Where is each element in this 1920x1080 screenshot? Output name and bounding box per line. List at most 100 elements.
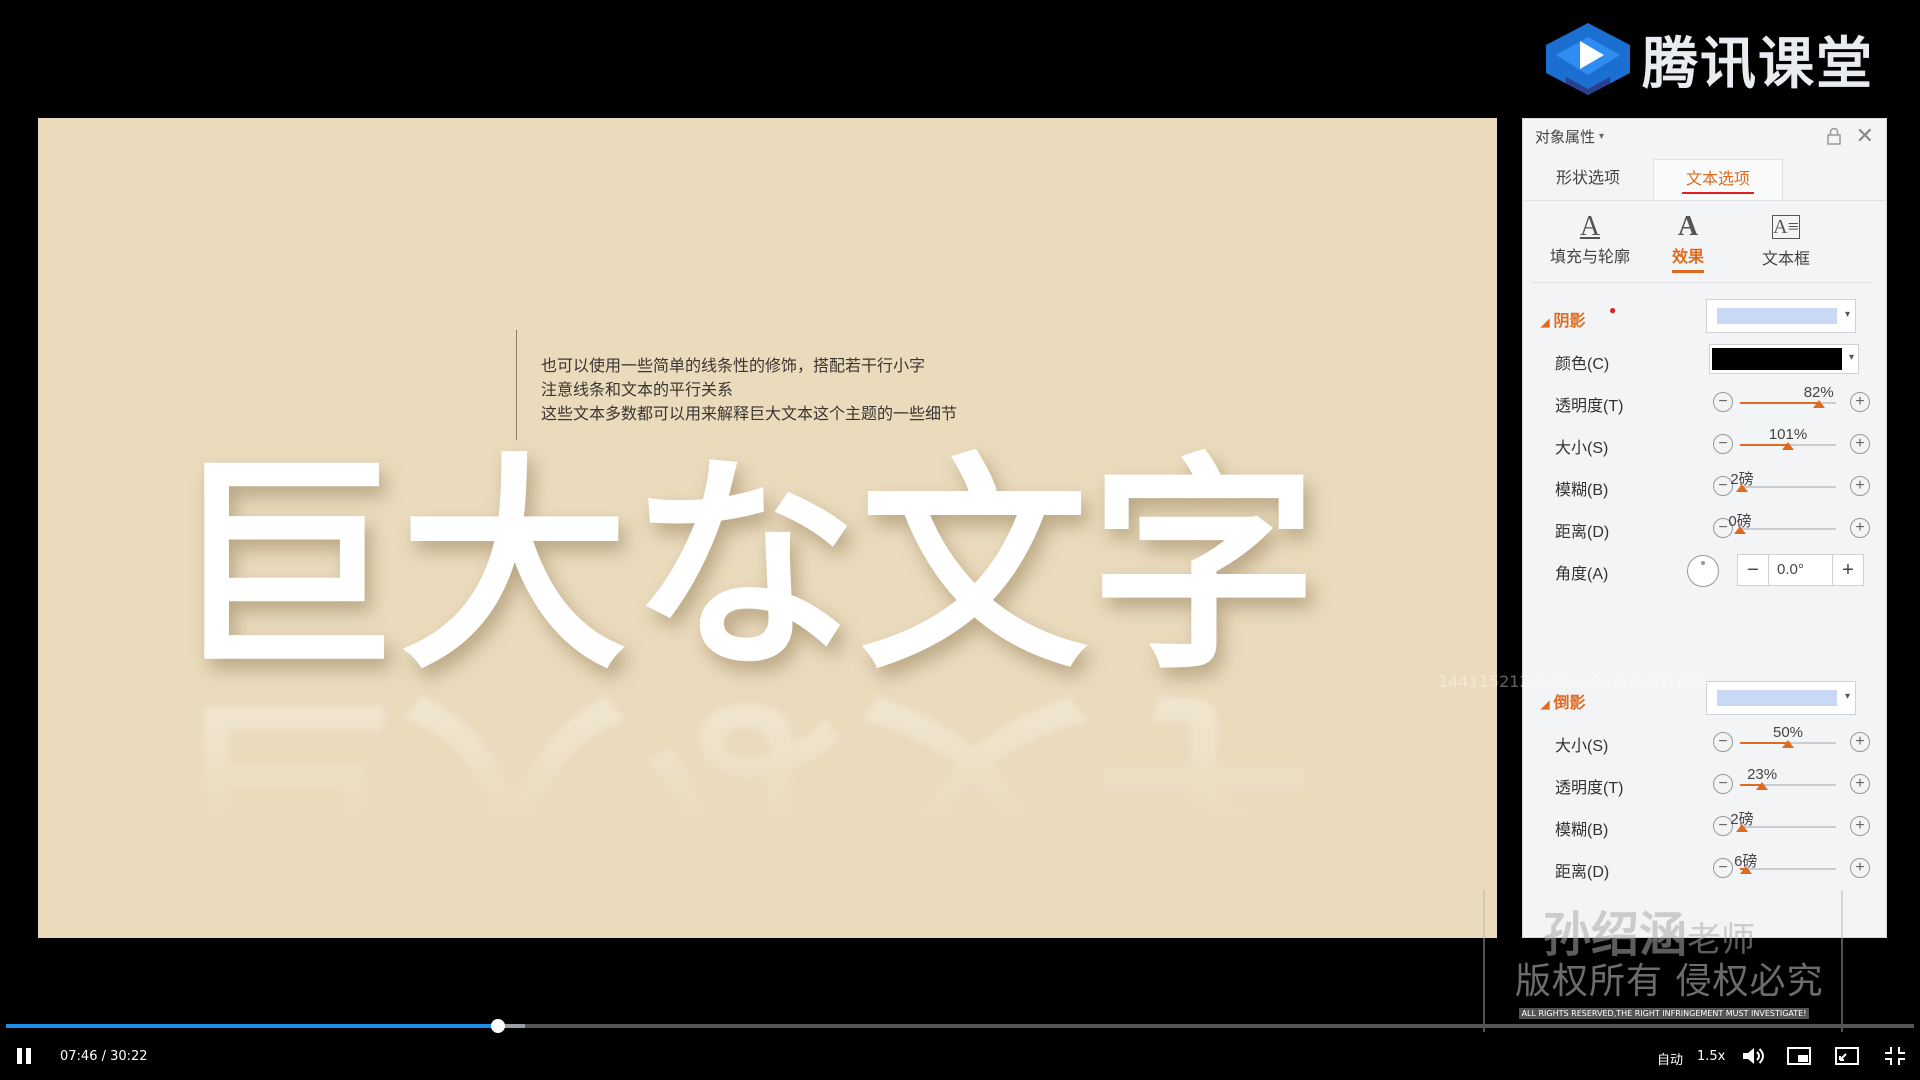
- viewer-watermark: 14411521209903009正在观看视频: [1438, 672, 1708, 691]
- angle-spinner[interactable]: − 0.0° +: [1737, 554, 1864, 586]
- picture-in-picture-icon[interactable]: [1786, 1044, 1812, 1068]
- pause-icon[interactable]: [16, 1048, 32, 1064]
- big-title-reflection: 巨大な文字: [170, 665, 1320, 932]
- reflection-row-value: 23%: [1747, 766, 1778, 783]
- player-controls: 07:46 / 30:22 自动 1.5x: [0, 1040, 1920, 1080]
- increment-button[interactable]: +: [1833, 555, 1863, 585]
- reflection-preset-swatch: [1717, 690, 1837, 706]
- slider-fill: [1740, 742, 1788, 744]
- decrement-button[interactable]: −: [1738, 555, 1768, 585]
- shadow-row: 透明度(T) − 82% +: [1523, 381, 1886, 421]
- text-effect-icon: A: [1677, 211, 1699, 242]
- modified-dot-icon: ●: [1609, 303, 1617, 317]
- slider-thumb[interactable]: [1756, 782, 1769, 790]
- slider-fill: [1740, 402, 1819, 404]
- angle-value[interactable]: 0.0°: [1768, 555, 1833, 585]
- decrement-icon[interactable]: −: [1713, 774, 1733, 794]
- increment-icon[interactable]: +: [1850, 392, 1870, 412]
- slide-caption: 也可以使用一些简单的线条性的修饰，搭配若干行小字 注意线条和文本的平行关系 这些…: [541, 354, 957, 426]
- decrement-icon[interactable]: −: [1713, 732, 1733, 752]
- shadow-row-value: 101%: [1768, 426, 1808, 443]
- chevron-down-icon: ▾: [1844, 691, 1850, 702]
- shadow-row-value: 82%: [1803, 384, 1834, 401]
- subtab-effects[interactable]: A 效果: [1639, 205, 1737, 282]
- decrement-icon[interactable]: −: [1713, 434, 1733, 454]
- shadow-row-label: 透明度(T): [1555, 398, 1624, 415]
- playback-rate-button[interactable]: 1.5x: [1697, 1049, 1725, 1064]
- close-icon[interactable]: ✕: [1856, 123, 1874, 149]
- caption-line: 也可以使用一些简单的线条性的修饰，搭配若干行小字: [541, 356, 926, 375]
- tab-shape-options[interactable]: 形状选项: [1523, 159, 1653, 200]
- shadow-color-swatch: [1712, 348, 1842, 370]
- shadow-color-row: 颜色(C) ▾: [1523, 339, 1886, 379]
- shadow-color-label: 颜色(C): [1555, 356, 1610, 373]
- chevron-down-icon[interactable]: ▾: [1599, 131, 1604, 142]
- panel-header: 对象属性 ▾ ✕: [1523, 119, 1886, 153]
- tab-text-options[interactable]: 文本选项: [1653, 159, 1783, 200]
- big-title-text: 巨大な文字: [170, 434, 1320, 700]
- shadow-preset-swatch: [1717, 308, 1837, 324]
- time-display: 07:46 / 30:22: [60, 1049, 148, 1064]
- shadow-section-title[interactable]: ◢ 阴影: [1541, 307, 1585, 331]
- slider-thumb[interactable]: [1782, 442, 1794, 450]
- increment-icon[interactable]: +: [1850, 858, 1870, 878]
- increment-icon[interactable]: +: [1850, 434, 1870, 454]
- shadow-section-header[interactable]: ◢ 阴影 ● ▾: [1523, 297, 1886, 337]
- shadow-row-label: 模糊(B): [1555, 482, 1609, 499]
- rights-reserved-text: ALL RIGHTS RESERVED,THE RIGHT INFRINGEME…: [1519, 1008, 1809, 1019]
- slide-canvas: 也可以使用一些简单的线条性的修饰，搭配若干行小字 注意线条和文本的平行关系 这些…: [38, 118, 1497, 938]
- reflection-row-label: 大小(S): [1555, 738, 1609, 755]
- panel-tabs: 形状选项 文本选项: [1523, 159, 1886, 201]
- slider-thumb[interactable]: [1812, 400, 1825, 408]
- decrement-icon[interactable]: −: [1713, 858, 1733, 878]
- reflection-row: 大小(S) − 50% +: [1523, 721, 1886, 761]
- increment-icon[interactable]: +: [1850, 518, 1870, 538]
- object-properties-panel: 对象属性 ▾ ✕ 形状选项 文本选项 A 填充与轮廓 A 效果 A≡ 文本框 ◢…: [1522, 118, 1887, 938]
- reflection-preset-select[interactable]: ▾: [1706, 681, 1856, 715]
- subtab-label: 填充与轮廓: [1549, 249, 1630, 266]
- shadow-row: 距离(D) −0磅 +: [1523, 507, 1886, 547]
- increment-icon[interactable]: +: [1850, 774, 1870, 794]
- shadow-row: 大小(S) − 101% +: [1523, 423, 1886, 463]
- shadow-row-value: 2磅: [1730, 471, 1754, 488]
- shadow-row-label: 大小(S): [1555, 440, 1609, 457]
- caption-line: 这些文本多数都可以用来解释巨大文本这个主题的一些细节: [541, 404, 958, 423]
- reflection-title-text: 倒影: [1553, 695, 1586, 712]
- shadow-angle-row: 角度(A) − 0.0° +: [1523, 549, 1886, 589]
- shadow-preset-select[interactable]: ▾: [1706, 299, 1856, 333]
- reflection-slider[interactable]: [1735, 824, 1836, 832]
- angle-dial[interactable]: [1687, 555, 1719, 587]
- decrement-icon[interactable]: −: [1713, 392, 1733, 412]
- web-fullscreen-icon[interactable]: [1834, 1044, 1860, 1068]
- subtab-textbox[interactable]: A≡ 文本框: [1737, 205, 1835, 282]
- chevron-down-icon: ▾: [1848, 352, 1854, 363]
- increment-icon[interactable]: +: [1850, 732, 1870, 752]
- reflection-row: 模糊(B) −2磅 +: [1523, 805, 1886, 845]
- volume-icon[interactable]: [1740, 1044, 1766, 1068]
- shadow-slider[interactable]: [1734, 526, 1836, 534]
- shadow-slider[interactable]: [1740, 400, 1836, 408]
- seek-handle[interactable]: [491, 1019, 506, 1033]
- panel-title[interactable]: 对象属性: [1535, 126, 1595, 147]
- reflection-slider[interactable]: [1740, 740, 1836, 748]
- video-player: 腾讯课堂 也可以使用一些简单的线条性的修饰，搭配若干行小字 注意线条和文本的平行…: [0, 0, 1920, 1080]
- quality-button[interactable]: 自动: [1657, 1049, 1683, 1068]
- shadow-row-value: 0磅: [1728, 513, 1752, 530]
- shadow-slider[interactable]: [1735, 484, 1836, 492]
- reflection-row-value: 2磅: [1730, 811, 1754, 828]
- slider-thumb[interactable]: [1782, 740, 1794, 748]
- reflection-section-title[interactable]: ◢ 倒影: [1541, 689, 1585, 713]
- increment-icon[interactable]: +: [1850, 476, 1870, 496]
- increment-icon[interactable]: +: [1850, 816, 1870, 836]
- subtab-label: 效果: [1671, 249, 1704, 273]
- shadow-slider[interactable]: [1740, 442, 1836, 450]
- exit-fullscreen-icon[interactable]: [1882, 1044, 1908, 1068]
- text-fill-icon: A: [1579, 211, 1601, 242]
- subtab-fill-outline[interactable]: A 填充与轮廓: [1541, 205, 1639, 282]
- progress-bar[interactable]: [6, 1019, 1914, 1033]
- lock-icon[interactable]: [1826, 127, 1842, 145]
- reflection-slider[interactable]: [1740, 782, 1836, 790]
- caption-line: 注意线条和文本的平行关系: [541, 380, 734, 399]
- reflection-row: 透明度(T) −23% +: [1523, 763, 1886, 803]
- shadow-color-select[interactable]: ▾: [1709, 344, 1859, 374]
